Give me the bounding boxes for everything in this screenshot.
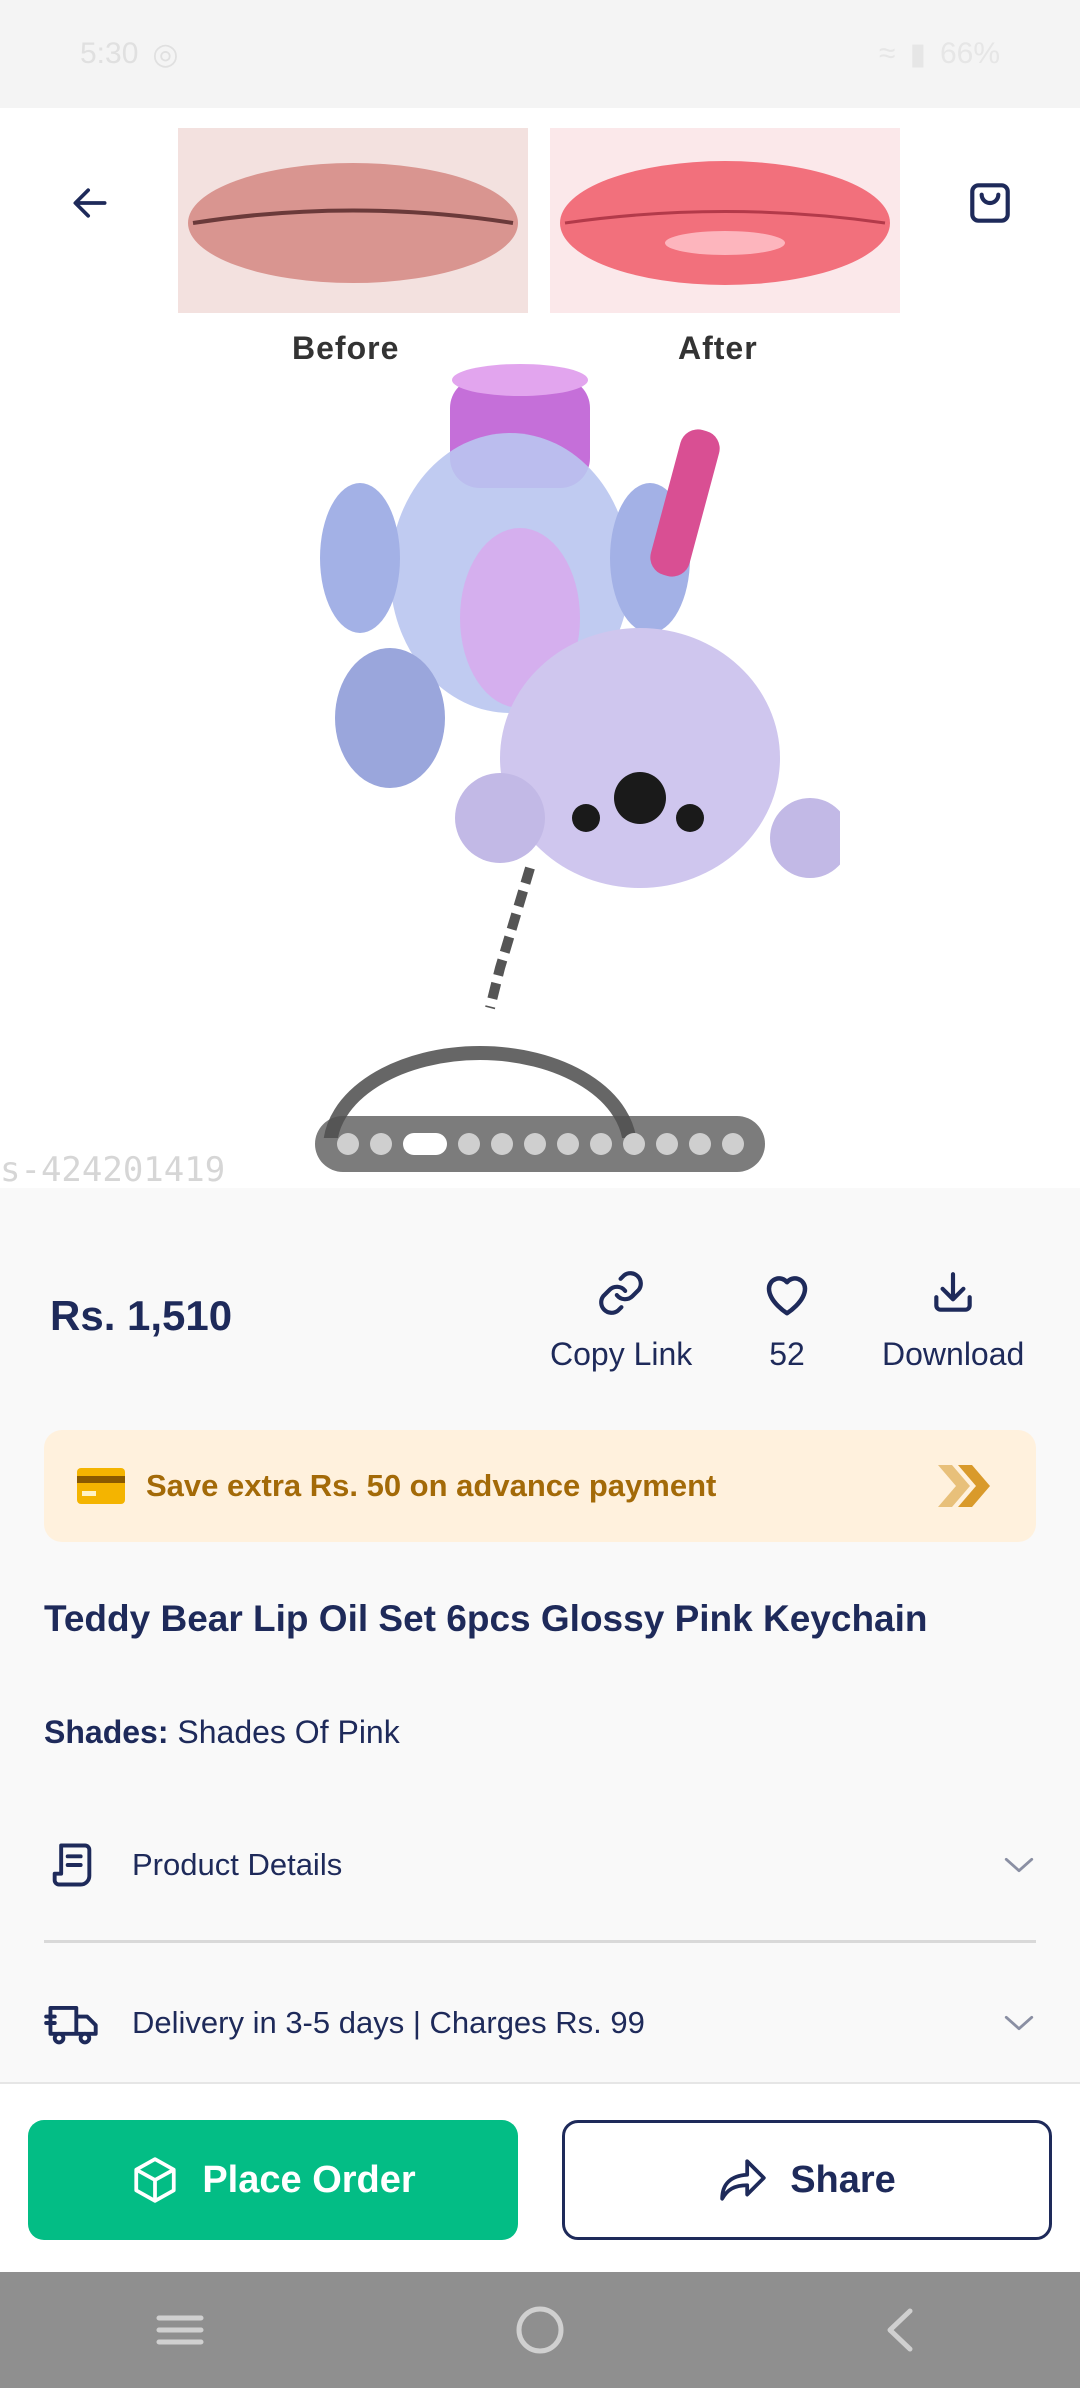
carousel-dot[interactable]	[490, 1133, 513, 1155]
product-image-carousel[interactable]: Before After s-424201419	[0, 108, 1080, 1188]
heart-icon	[766, 1276, 808, 1316]
price-actions-row: Rs. 1,510 Copy Link 52 Download	[0, 1240, 1080, 1380]
download-label: Download	[882, 1336, 1025, 1372]
carousel-dot[interactable]	[523, 1133, 546, 1155]
wifi-icon: ≈	[878, 37, 896, 70]
copy-link-button[interactable]: Copy Link	[550, 1262, 692, 1373]
document-icon	[52, 1843, 92, 1887]
cart-button[interactable]	[950, 163, 1030, 243]
carousel-dot[interactable]	[457, 1133, 480, 1155]
chevron-down-icon	[1004, 2015, 1034, 2031]
arrow-left-icon	[73, 188, 107, 218]
carousel-dot[interactable]	[688, 1133, 711, 1155]
watermark-text: s-424201419	[0, 1150, 226, 1188]
lips-after-image	[550, 128, 900, 313]
shades-value: Shades Of Pink	[177, 1714, 400, 1750]
product-title: Teddy Bear Lip Oil Set 6pcs Glossy Pink …	[44, 1598, 928, 1639]
carousel-dot[interactable]	[336, 1133, 359, 1155]
delivery-info-row[interactable]: Delivery in 3-5 days | Charges Rs. 99	[44, 1948, 1036, 2098]
menu-icon	[156, 2315, 204, 2345]
shopping-bag-icon	[970, 183, 1010, 223]
whatsapp-icon: ◎	[152, 37, 179, 71]
status-bar: 5:30 ◎ ≈ ▮ 66%	[0, 0, 1080, 108]
share-button[interactable]: Share	[562, 2120, 1052, 2240]
copy-link-label: Copy Link	[550, 1336, 693, 1372]
carousel-indicator[interactable]	[315, 1116, 765, 1172]
system-back-button[interactable]	[840, 2290, 960, 2370]
download-icon	[934, 1272, 972, 1312]
carousel-dot[interactable]	[369, 1133, 392, 1155]
carousel-dot[interactable]	[655, 1133, 678, 1155]
box-icon	[134, 2157, 176, 2203]
status-time: 5:30	[80, 37, 139, 70]
product-price: Rs. 1,510	[50, 1292, 233, 1339]
shades-label: Shades:	[44, 1714, 169, 1750]
chevron-down-icon	[1004, 1857, 1034, 1873]
link-icon	[599, 1271, 643, 1315]
wishlist-button[interactable]: 52	[760, 1262, 814, 1373]
credit-card-icon	[77, 1468, 125, 1504]
share-arrow-icon	[720, 2159, 766, 2201]
banner-text: Save extra Rs. 50 on advance payment	[146, 1468, 717, 1503]
system-nav-bar	[0, 2272, 1080, 2388]
chevron-left-icon	[887, 2308, 913, 2352]
place-order-button[interactable]: Place Order	[28, 2120, 518, 2240]
download-button[interactable]: Download	[882, 1262, 1024, 1373]
back-button[interactable]	[50, 163, 130, 243]
carousel-dot[interactable]	[622, 1133, 645, 1155]
before-after-image	[178, 128, 900, 313]
home-button[interactable]	[480, 2290, 600, 2370]
product-details-label: Product Details	[132, 1847, 343, 1882]
double-chevron-right-icon	[938, 1465, 990, 1507]
like-count: 52	[769, 1336, 805, 1372]
bottom-action-bar: Place Order Share	[0, 2082, 1080, 2274]
share-label: Share	[790, 2158, 896, 2201]
advance-payment-banner[interactable]: Save extra Rs. 50 on advance payment	[44, 1430, 1036, 1542]
place-order-label: Place Order	[202, 2158, 416, 2201]
battery-icon: ▮	[909, 37, 926, 71]
delivery-truck-icon	[44, 2005, 98, 2045]
teddy-bear-lip-oil-image	[320, 364, 840, 1138]
carousel-dot[interactable]	[721, 1133, 744, 1155]
shades-info: Shades: Shades Of Pink	[44, 1714, 400, 1751]
carousel-dot[interactable]	[556, 1133, 579, 1155]
lips-before-image	[178, 128, 528, 313]
product-details-row[interactable]: Product Details	[44, 1790, 1036, 1943]
delivery-label: Delivery in 3-5 days | Charges Rs. 99	[132, 2005, 645, 2040]
carousel-dot[interactable]	[589, 1133, 612, 1155]
recent-apps-button[interactable]	[120, 2290, 240, 2370]
carousel-dot-active[interactable]	[402, 1133, 447, 1155]
battery-level: 66%	[939, 37, 1000, 70]
home-circle-icon	[516, 2306, 564, 2354]
